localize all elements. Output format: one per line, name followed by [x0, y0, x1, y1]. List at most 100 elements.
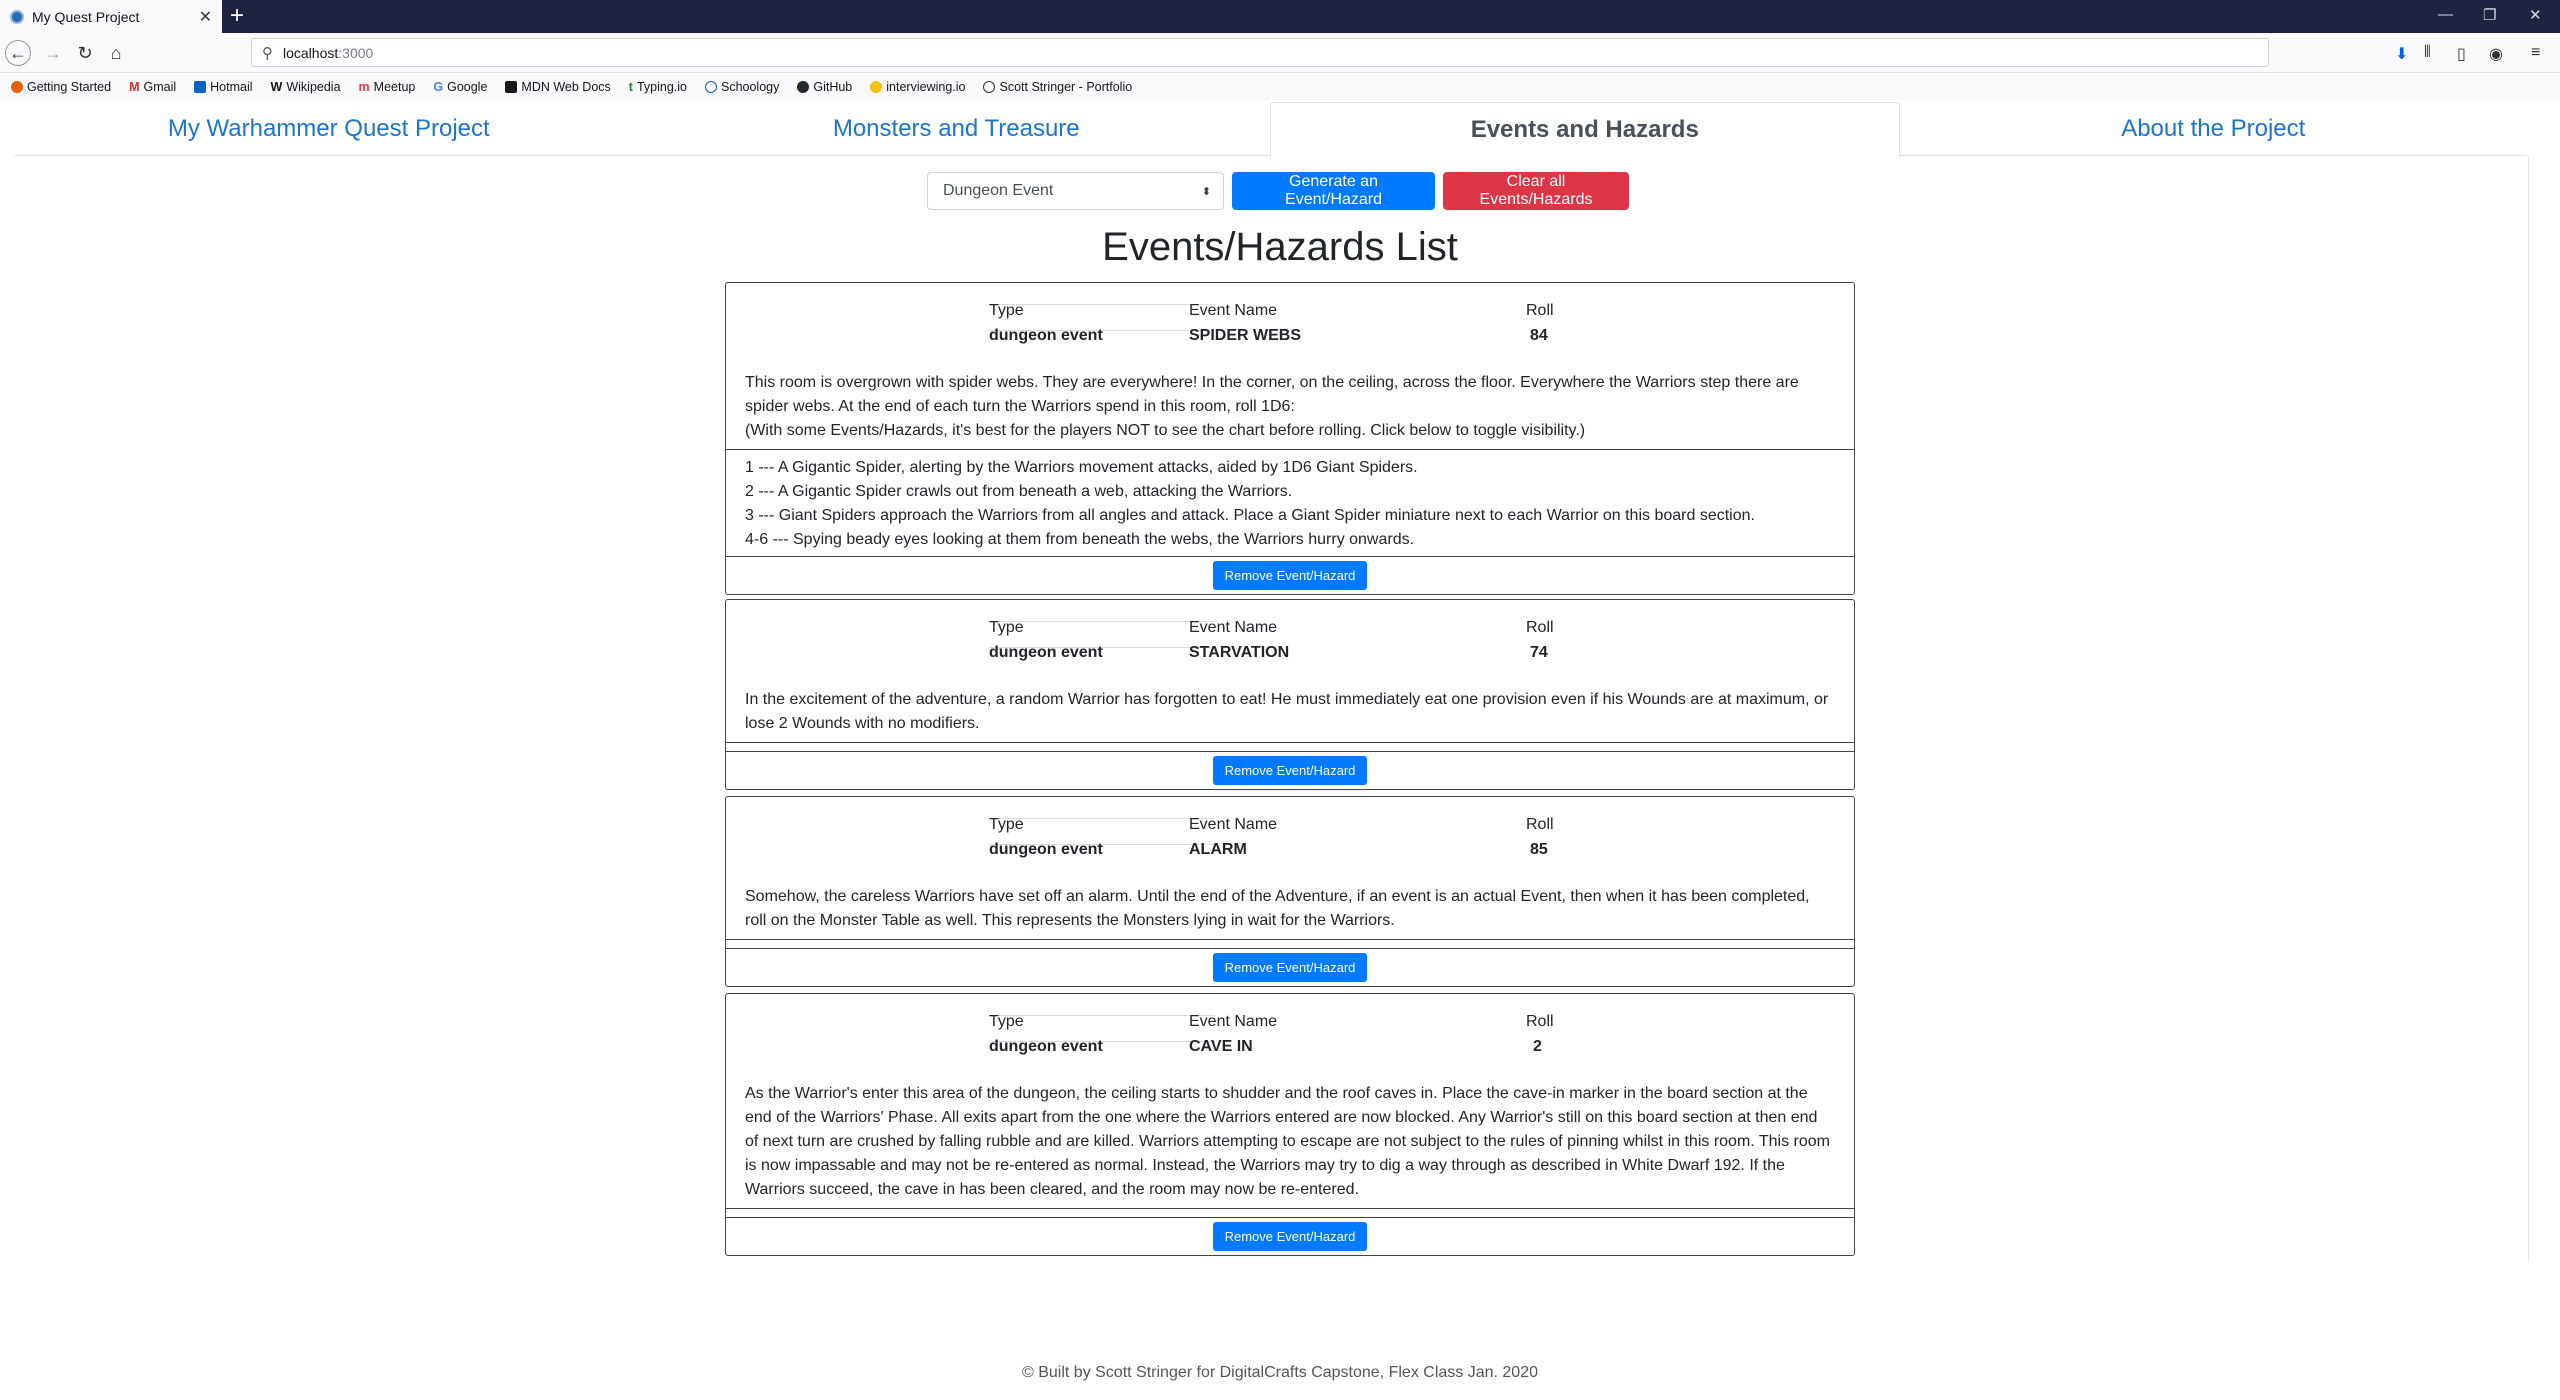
forward-arrow-icon[interactable]: →	[40, 40, 66, 66]
clear-events-button[interactable]: Clear all Events/Hazards	[1443, 172, 1629, 210]
event-description: As the Warrior's enter this area of the …	[726, 1074, 1854, 1209]
bookmark-portfolio[interactable]: Scott Stringer - Portfolio	[983, 80, 1132, 94]
bookmark-mdn[interactable]: MDN Web Docs	[505, 80, 611, 94]
page-title: Events/Hazards List	[1102, 225, 1458, 269]
bookmark-interviewing[interactable]: interviewing.io	[870, 80, 965, 94]
roll-header: Roll	[1526, 1013, 1554, 1030]
page-footer: © Built by Scott Stringer for DigitalCra…	[1021, 1364, 1538, 1381]
description-text: As the Warrior's enter this area of the …	[745, 1085, 1830, 1198]
remove-event-button[interactable]: Remove Event/Hazard	[1213, 953, 1367, 982]
description-text: This room is overgrown with spider webs.…	[745, 374, 1799, 415]
window-close-icon[interactable]: ✕	[2529, 6, 2542, 24]
wikipedia-icon: W	[270, 80, 283, 94]
event-type: dungeon event	[989, 644, 1103, 661]
bookmark-label: MDN Web Docs	[521, 80, 611, 94]
toggle-note: (With some Events/Hazards, it's best for…	[745, 422, 1586, 439]
roll-header: Roll	[1526, 816, 1554, 833]
remove-event-button[interactable]: Remove Event/Hazard	[1213, 1222, 1367, 1251]
name-header: Event Name	[1189, 619, 1278, 636]
event-card: Type Event Name Roll dungeon event STARV…	[725, 599, 1855, 790]
browser-titlebar: My Quest Project ✕ + — ❐ ✕	[0, 0, 2560, 33]
event-type: dungeon event	[989, 841, 1103, 858]
bookmark-label: Gmail	[143, 80, 177, 94]
generate-event-button[interactable]: Generate an Event/Hazard	[1232, 172, 1435, 210]
bookmark-label: Scott Stringer - Portfolio	[999, 80, 1133, 94]
bookmark-label: Typing.io	[636, 80, 687, 94]
outlook-icon	[194, 81, 207, 93]
bookmark-google[interactable]: G Google	[433, 80, 487, 94]
event-description: In the excitement of the adventure, a ra…	[726, 680, 1854, 743]
card-footer: Remove Event/Hazard	[726, 1218, 1854, 1255]
bookmark-label: Meetup	[373, 80, 416, 94]
bookmark-label: Hotmail	[210, 80, 253, 94]
tab-monsters-treasure[interactable]: Monsters and Treasure	[643, 102, 1271, 155]
bookmark-label: Wikipedia	[286, 80, 341, 94]
event-chart[interactable]	[726, 1209, 1854, 1218]
bookmark-getting-started[interactable]: Getting Started	[11, 80, 111, 94]
event-card: Type Event Name Roll dungeon event ALARM…	[725, 796, 1855, 987]
tab-events-hazards[interactable]: Events and Hazards	[1270, 102, 1900, 157]
bookmark-label: interviewing.io	[886, 80, 966, 94]
restore-icon[interactable]: ❐	[2483, 6, 2496, 24]
bookmark-hotmail[interactable]: Hotmail	[194, 80, 253, 94]
tab-home[interactable]: My Warhammer Quest Project	[15, 102, 643, 155]
event-roll: 85	[1530, 841, 1548, 858]
browser-tab[interactable]: My Quest Project ✕	[0, 0, 222, 33]
event-roll: 74	[1530, 644, 1548, 661]
description-text: Somehow, the careless Warriors have set …	[745, 888, 1810, 929]
bookmark-wikipedia[interactable]: W Wikipedia	[271, 80, 341, 94]
event-name: SPIDER WEBS	[1189, 327, 1302, 344]
event-roll: 84	[1530, 327, 1548, 344]
minimize-icon[interactable]: —	[2438, 6, 2453, 23]
react-favicon-icon	[10, 9, 24, 24]
bookmark-typing[interactable]: t Typing.io	[629, 80, 687, 94]
bookmark-github[interactable]: GitHub	[797, 80, 852, 94]
globe-icon	[983, 81, 996, 93]
gmail-icon: M	[129, 80, 140, 94]
meetup-icon: m	[358, 80, 370, 94]
menu-icon[interactable]: ≡	[2531, 44, 2540, 62]
schoology-icon	[704, 81, 717, 93]
event-chart[interactable]	[726, 743, 1854, 752]
remove-event-button[interactable]: Remove Event/Hazard	[1213, 756, 1367, 785]
event-chart[interactable]: 1 --- A Gigantic Spider, alerting by the…	[726, 450, 1854, 557]
app-nav-tabs: My Warhammer Quest Project Monsters and …	[15, 102, 2528, 157]
select-chevron-icon: ⬍	[1201, 185, 1211, 198]
bookmark-schoology[interactable]: Schoology	[704, 80, 779, 94]
name-header: Event Name	[1189, 302, 1278, 319]
sidebar-icon[interactable]: ▯	[2457, 44, 2466, 64]
close-tab-icon[interactable]: ✕	[199, 7, 212, 27]
bookmark-label: GitHub	[813, 80, 853, 94]
reload-icon[interactable]: ↻	[72, 40, 98, 66]
google-icon: G	[433, 80, 444, 94]
event-type-select[interactable]: Dungeon Event ⬍	[927, 172, 1224, 210]
address-bar[interactable]: ⚲ localhost:3000	[251, 38, 2269, 67]
home-icon[interactable]: ⌂	[103, 40, 129, 66]
bookmark-meetup[interactable]: m Meetup	[359, 80, 416, 94]
chart-row: 2 --- A Gigantic Spider crawls out from …	[745, 483, 1293, 500]
event-name: ALARM	[1189, 841, 1247, 858]
select-value: Dungeon Event	[943, 182, 1054, 199]
event-name: STARVATION	[1189, 644, 1290, 661]
event-meta: Type Event Name Roll dungeon event STARV…	[726, 600, 1854, 680]
tab-about[interactable]: About the Project	[1900, 102, 2528, 155]
roll-header: Roll	[1526, 619, 1554, 636]
type-header: Type	[989, 619, 1024, 636]
event-meta: Type Event Name Roll dungeon event CAVE …	[726, 994, 1854, 1074]
library-icon[interactable]: ⫴	[2424, 44, 2431, 62]
downloads-icon[interactable]: ⬇	[2395, 44, 2408, 64]
remove-event-button[interactable]: Remove Event/Hazard	[1213, 561, 1367, 590]
firefox-icon	[11, 81, 23, 93]
type-header: Type	[989, 816, 1024, 833]
account-icon[interactable]: ◉	[2489, 44, 2503, 64]
bookmarks-bar: Getting Started M Gmail Hotmail W Wikipedi…	[0, 74, 2560, 100]
back-arrow-icon[interactable]: ←	[5, 40, 31, 66]
bookmark-label: Google	[447, 80, 488, 94]
bookmark-gmail[interactable]: M Gmail	[129, 80, 176, 94]
name-header: Event Name	[1189, 816, 1278, 833]
event-chart[interactable]	[726, 940, 1854, 949]
chart-row: 1 --- A Gigantic Spider, alerting by the…	[745, 459, 1418, 476]
card-footer: Remove Event/Hazard	[726, 752, 1854, 789]
url-host: localhost	[283, 44, 339, 61]
new-tab-icon[interactable]: +	[230, 2, 244, 30]
